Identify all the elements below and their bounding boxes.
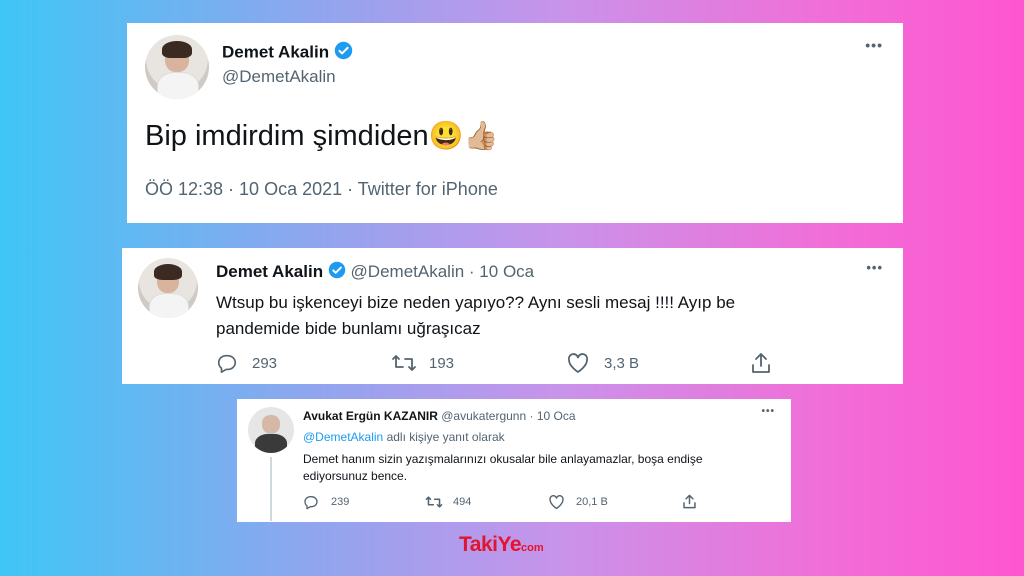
- reply-count: 293: [252, 354, 278, 372]
- retweet-icon: [425, 496, 443, 508]
- tweet-card-2: Demet Akalin @DemetAkalin · 10 Oca ••• W…: [122, 248, 903, 384]
- retweet-count: 494: [453, 496, 472, 508]
- heart-icon: [549, 494, 564, 510]
- more-options-icon[interactable]: •••: [761, 406, 775, 417]
- retweet-button[interactable]: 494: [425, 494, 471, 510]
- author-name[interactable]: Avukat Ergün KAZANIR: [303, 409, 438, 423]
- thread-line: [270, 457, 272, 521]
- share-icon: [683, 494, 696, 509]
- tweet-card-3: Avukat Ergün KAZANIR @avukatergunn · 10 …: [237, 399, 791, 522]
- author-row: Avukat Ergün KAZANIR @avukatergunn · 10 …: [303, 409, 576, 423]
- author-name[interactable]: Demet Akalin: [222, 42, 329, 61]
- reply-icon: [217, 354, 237, 373]
- avatar[interactable]: [138, 258, 198, 318]
- share-button[interactable]: [682, 493, 697, 510]
- reply-button[interactable]: 293: [216, 352, 277, 374]
- retweet-icon: [392, 355, 416, 371]
- author-handle[interactable]: @avukatergunn: [441, 409, 526, 423]
- logo-part-ye: Ye: [497, 533, 521, 556]
- tweet-text-line: ediyorsunuz bence.: [303, 469, 408, 483]
- tweet-date[interactable]: · 10 Oca: [530, 409, 576, 423]
- tweet-card-1: Demet Akalin @DemetAkalin ••• Bip imdird…: [127, 23, 903, 223]
- reply-context: @DemetAkalin adlı kişiye yanıt olarak: [303, 430, 505, 444]
- like-button[interactable]: 20,1 B: [548, 494, 608, 510]
- tweet-date[interactable]: · 10 Oca: [469, 262, 534, 281]
- logo-part-taki: Taki: [459, 533, 498, 556]
- tweet-text-line: Wtsup bu işkenceyi bize neden yapıyo?? A…: [216, 293, 736, 312]
- reply-icon: [304, 496, 318, 510]
- more-options-icon[interactable]: •••: [866, 260, 883, 275]
- author-name[interactable]: Demet Akalin: [216, 262, 323, 281]
- like-button[interactable]: 3,3 B: [566, 352, 639, 374]
- tweet-meta[interactable]: ÖÖ 12:38 · 10 Oca 2021 · Twitter for iPh…: [145, 179, 498, 200]
- author-handle[interactable]: @DemetAkalin: [222, 67, 336, 87]
- author-row: Demet Akalin @DemetAkalin · 10 Oca: [216, 261, 534, 284]
- verified-icon: [334, 41, 353, 65]
- tweet-text: Wtsup bu işkenceyi bize neden yapıyo?? A…: [216, 290, 735, 342]
- author-handle[interactable]: @DemetAkalin: [351, 262, 465, 281]
- emoji: 😃👍🏼: [428, 120, 499, 151]
- reply-count: 239: [331, 496, 350, 508]
- retweet-button[interactable]: 193: [391, 352, 454, 374]
- reply-to-label: adlı kişiye yanıt olarak: [386, 430, 505, 444]
- like-count: 3,3 B: [604, 354, 640, 372]
- verified-icon: [328, 261, 346, 284]
- retweet-count: 193: [429, 354, 455, 372]
- reply-button[interactable]: 239: [303, 494, 349, 510]
- avatar[interactable]: [145, 35, 209, 99]
- share-button[interactable]: [750, 351, 772, 375]
- author-row: Demet Akalin: [222, 41, 353, 65]
- takiye-logo[interactable]: TakiYecom: [459, 533, 544, 557]
- avatar[interactable]: [248, 407, 294, 453]
- heart-icon: [567, 353, 589, 373]
- more-options-icon[interactable]: •••: [865, 37, 883, 53]
- tweet-text-line: Demet hanım sizin yazışmalarınızı okusal…: [303, 452, 703, 466]
- like-count: 20,1 B: [576, 496, 608, 508]
- tweet-text: Bip imdirdim şimdiden😃👍🏼: [145, 119, 498, 153]
- tweet-text: Demet hanım sizin yazışmalarınızı okusal…: [303, 451, 703, 485]
- logo-suffix: com: [521, 542, 544, 554]
- tweet-text-content: Bip imdirdim şimdiden: [145, 120, 429, 152]
- share-icon: [752, 353, 770, 373]
- reply-to-link[interactable]: @DemetAkalin: [303, 430, 383, 444]
- tweet-text-line: pandemide bide bunlamı uğraşıcaz: [216, 319, 481, 338]
